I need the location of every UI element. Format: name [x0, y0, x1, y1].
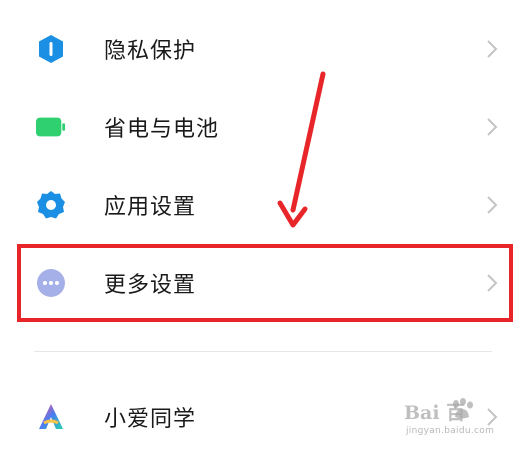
settings-item-label: 应用设置: [104, 195, 197, 220]
settings-item-privacy[interactable]: 隐私保护: [0, 12, 531, 86]
chevron-right-icon: [484, 116, 500, 138]
chevron-right-icon: [484, 38, 500, 60]
xiaoai-icon: [36, 402, 66, 432]
settings-item-apps[interactable]: 应用设置: [0, 168, 531, 242]
settings-item-label: 省电与电池: [104, 117, 220, 142]
settings-item-label: 更多设置: [104, 273, 197, 298]
chevron-right-icon: [484, 194, 500, 216]
shield-icon: [36, 34, 66, 64]
settings-item-more[interactable]: 更多设置: [0, 246, 531, 320]
battery-icon: [36, 112, 66, 142]
section-divider: [34, 351, 492, 352]
chevron-right-icon: [484, 406, 500, 428]
chevron-right-icon: [484, 272, 500, 294]
settings-item-battery[interactable]: 省电与电池: [0, 90, 531, 164]
settings-item-label: 小爱同学: [104, 407, 197, 432]
gear-icon: [36, 190, 66, 220]
settings-item-label: 隐私保护: [104, 39, 197, 64]
settings-item-xiaoai[interactable]: 小爱同学: [0, 380, 531, 453]
more-dots-icon: [36, 268, 66, 298]
